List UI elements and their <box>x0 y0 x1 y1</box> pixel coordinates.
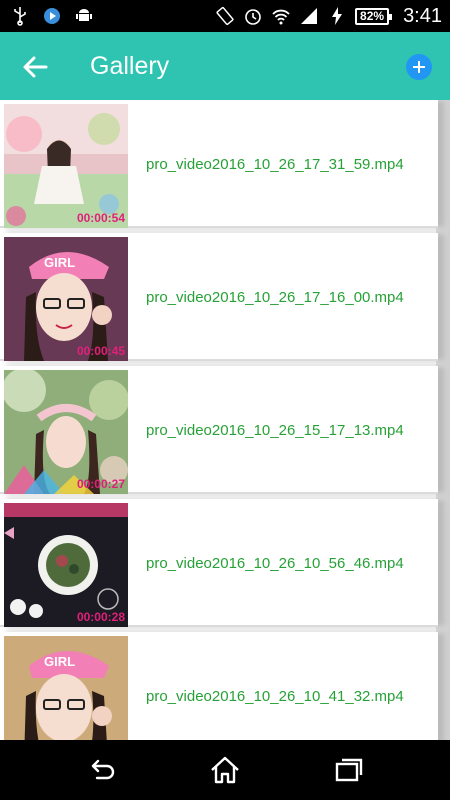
signal-icon <box>301 8 318 24</box>
video-thumbnail[interactable]: 00:00:54 <box>4 104 128 228</box>
gallery-list[interactable]: 00:00:54 pro_video2016_10_26_17_31_59.mp… <box>0 100 450 740</box>
video-filename: pro_video2016_10_26_10_41_32.mp4 <box>146 688 404 705</box>
duration-label: 00:00:45 <box>76 344 125 358</box>
page-title: Gallery <box>90 52 170 80</box>
duration-label: 00:00:28 <box>76 610 125 624</box>
battery-indicator: 82% <box>355 7 393 25</box>
svg-text:GIRL: GIRL <box>44 255 75 270</box>
list-item[interactable]: 00:00:28 pro_video2016_10_26_10_56_46.mp… <box>0 499 438 627</box>
video-filename: pro_video2016_10_26_10_56_46.mp4 <box>146 555 404 572</box>
media-play-icon <box>44 8 60 24</box>
list-edge-shadow <box>436 100 450 740</box>
rotate-icon <box>216 6 234 26</box>
arrow-back-icon[interactable] <box>20 52 50 82</box>
add-button[interactable] <box>406 54 432 80</box>
list-item[interactable]: GIRL 00:00:45 pro_video2016_10_26_17_16_… <box>0 233 438 361</box>
duration-label: 00:00:27 <box>76 477 125 491</box>
thumbnail-image <box>4 104 128 228</box>
thumbnail-image: GIRL <box>4 636 128 740</box>
duration-label: 00:00:54 <box>76 211 125 225</box>
charging-icon <box>332 7 343 25</box>
home-icon[interactable] <box>209 754 241 786</box>
thumbnail-image: GIRL <box>4 237 128 361</box>
status-bar: 82% 3:41 <box>0 0 450 32</box>
wifi-icon <box>272 9 290 25</box>
svg-text:GIRL: GIRL <box>44 654 75 669</box>
thumbnail-image <box>4 370 128 494</box>
video-thumbnail[interactable]: GIRL 00:00:45 <box>4 237 128 361</box>
app-bar: Gallery <box>0 32 450 100</box>
video-thumbnail[interactable]: GIRL <box>4 636 128 740</box>
video-thumbnail[interactable]: 00:00:27 <box>4 370 128 494</box>
video-filename: pro_video2016_10_26_17_16_00.mp4 <box>146 289 404 306</box>
video-filename: pro_video2016_10_26_17_31_59.mp4 <box>146 156 404 173</box>
alarm-icon <box>245 9 261 25</box>
add-icon <box>413 61 425 73</box>
back-nav-icon[interactable] <box>85 754 117 786</box>
usb-icon <box>14 7 26 26</box>
list-item[interactable]: 00:00:54 pro_video2016_10_26_17_31_59.mp… <box>0 100 438 228</box>
list-item[interactable]: 00:00:27 pro_video2016_10_26_15_17_13.mp… <box>0 366 438 494</box>
list-item[interactable]: GIRL pro_video2016_10_26_10_41_32.mp4 <box>0 632 438 740</box>
recent-apps-icon[interactable] <box>333 754 365 786</box>
video-filename: pro_video2016_10_26_15_17_13.mp4 <box>146 422 404 439</box>
navigation-bar <box>0 740 450 800</box>
android-icon <box>76 9 92 21</box>
video-thumbnail[interactable]: 00:00:28 <box>4 503 128 627</box>
clock: 3:41 <box>403 4 442 27</box>
thumbnail-image <box>4 503 128 627</box>
